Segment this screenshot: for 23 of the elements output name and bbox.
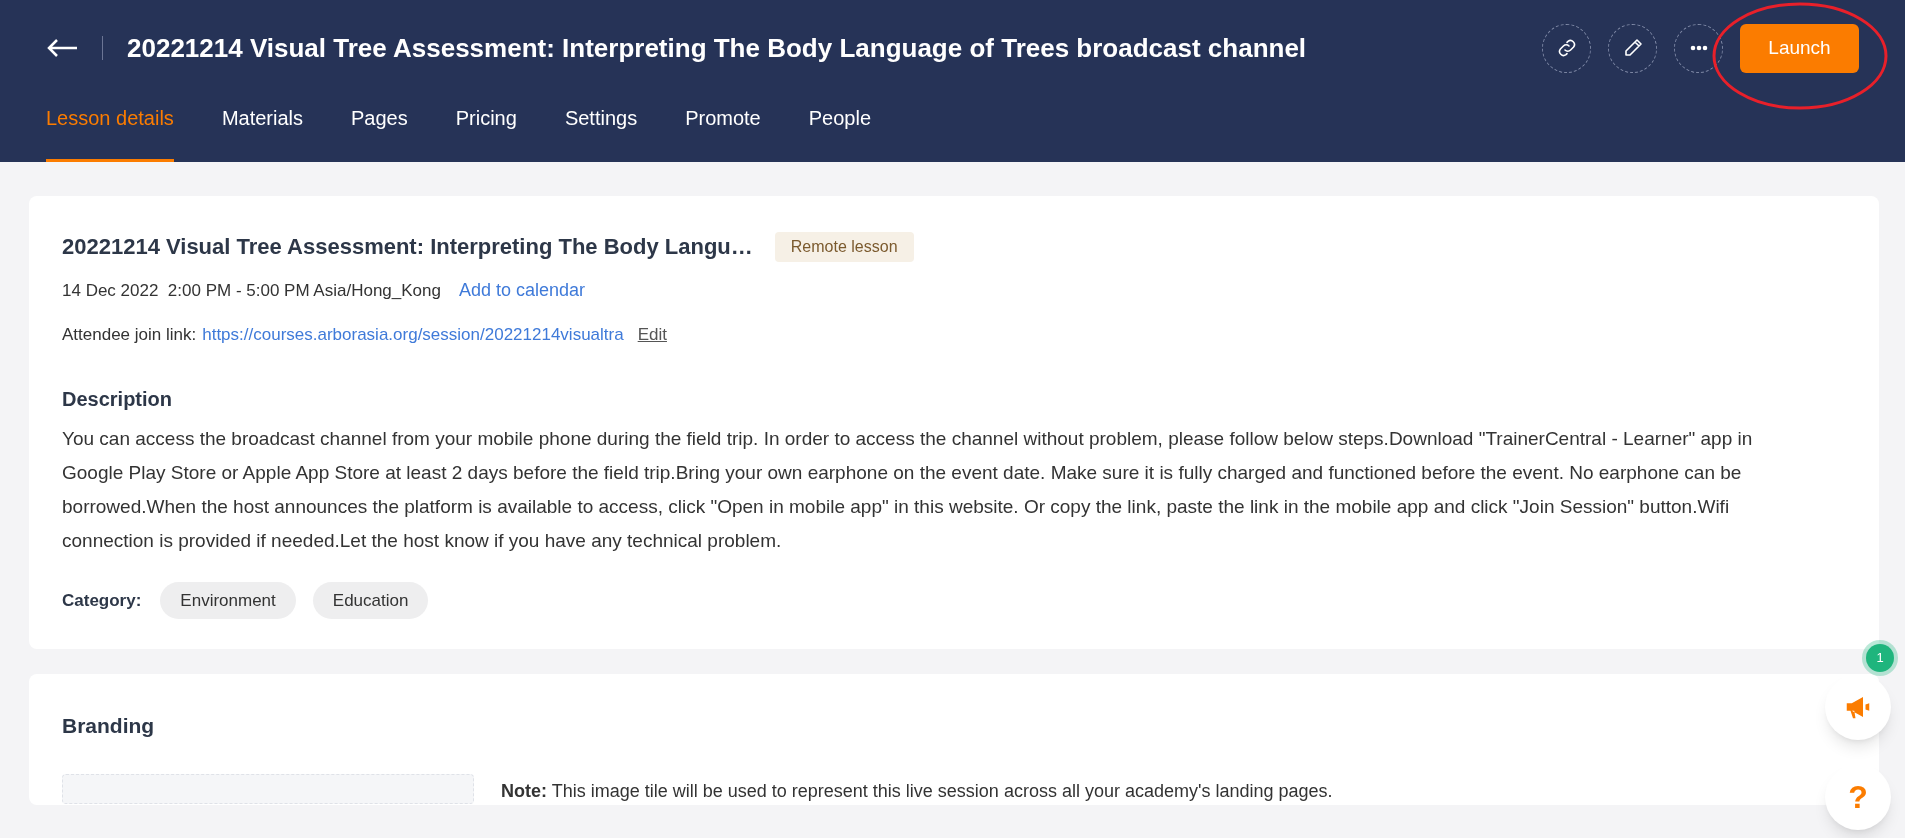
- category-tag: Education: [312, 581, 429, 619]
- join-link[interactable]: https://courses.arborasia.org/session/20221214visualtra: [202, 322, 624, 348]
- branding-heading: Branding: [62, 713, 156, 739]
- join-link-label: Attendee join link:: [62, 324, 197, 346]
- edit-link[interactable]: Edit: [637, 322, 667, 348]
- lesson-title: 20221214 Visual Tree Assessment: Interpreting The Body Langu…: [62, 233, 753, 261]
- description-heading: Description: [62, 386, 174, 412]
- page-title: 20221214 Visual Tree Assessment: Interpreting The Body Language of Trees broadcast channel: [127, 31, 1307, 65]
- tab[interactable]: People: [808, 96, 871, 162]
- tab[interactable]: Promote: [685, 96, 761, 162]
- add-to-calendar-link[interactable]: Add to calendar: [458, 277, 586, 304]
- tab[interactable]: Settings: [564, 96, 638, 162]
- category-label: Category:: [62, 589, 142, 612]
- tab[interactable]: Pricing: [455, 96, 517, 162]
- branding-note: Note: This image tile will be used to represent this live session across all your academy's landing pages.: [501, 779, 1333, 803]
- tab[interactable]: Materials: [221, 96, 303, 162]
- tab[interactable]: Lesson details: [46, 96, 174, 162]
- schedule-text: 14 Dec 2022 2:00 PM - 5:00 PM Asia/Hong_Kong: [62, 279, 441, 302]
- tab[interactable]: Pages: [351, 96, 408, 162]
- description-text: You can access the broadcast channel from your mobile phone during the field trip. In order to access the channel without problem, please follow below steps.Download "TrainerCentral - Learner" app in Google Play Store or Apple App Store at least 2 days before the field trip.Bring your own earphone on the event date. Make sure it is fully charged and functioned before the event. No earphone can be borrowed.When the host announces the platform is available to access, click "Open in mobile app" in this website. Or copy the link, paste the link in the mobile app and click "Join Session" button.Wifi connection is provided if needed.Let the host know if you have any technical problem.: [62, 426, 1754, 553]
- notification-count: 1: [1866, 644, 1894, 672]
- lesson-type-badge: Remote lesson: [774, 231, 914, 262]
- category-tag: Environment: [160, 581, 296, 619]
